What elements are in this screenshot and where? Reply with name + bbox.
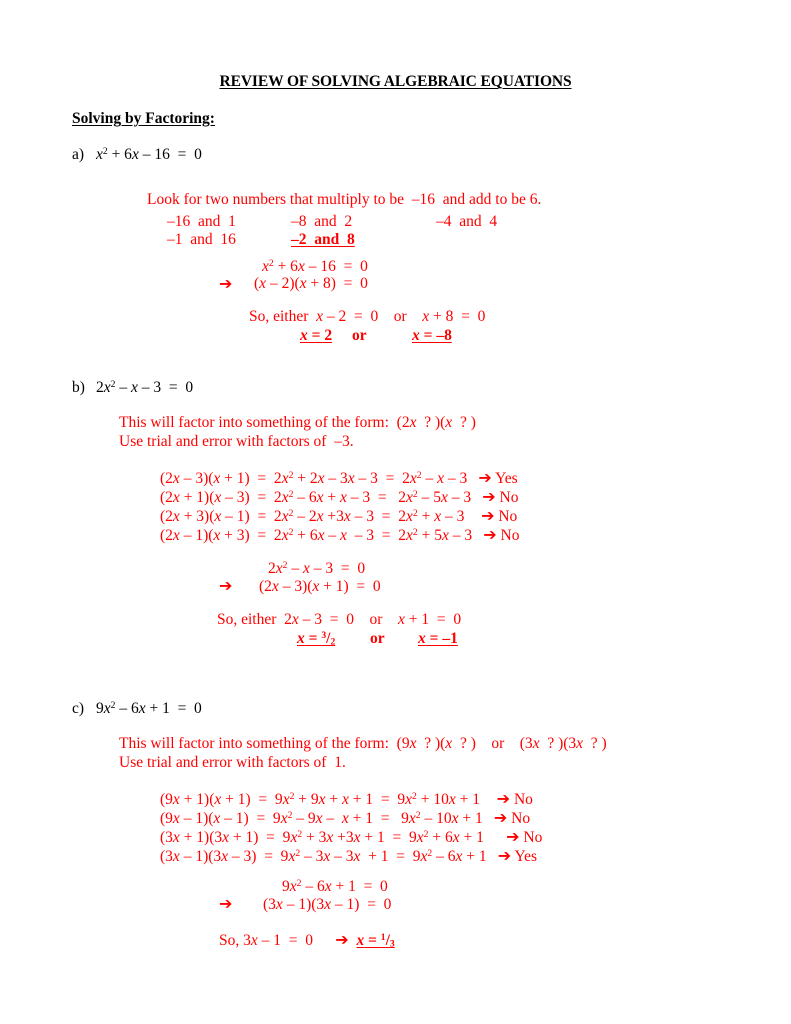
problem-a-equation: x2 + 6x – 16 = 0 [96,146,202,163]
document-page: REVIEW OF SOLVING ALGEBRAIC EQUATIONS So… [0,0,791,1024]
problem-a-pair-1: –16 and 1 [167,213,236,230]
problem-c-work-line-1: 9x2 – 6x + 1 = 0 [282,878,388,895]
problem-a-work-line-2: (x – 2)(x + 8) = 0 [254,275,368,292]
problem-a-hint: Look for two numbers that multiply to be… [147,191,542,208]
problem-a-either: So, either x – 2 = 0 or x + 8 = 0 [249,308,486,325]
arrow-icon: ➔ [219,894,233,913]
problem-c-form-text: This will factor into something of the f… [119,735,607,752]
problem-b-work-line-2: (2x – 3)(x + 1) = 0 [259,578,381,595]
section-heading-text: Solving by Factoring: [72,110,215,127]
page-title-text: REVIEW OF SOLVING ALGEBRAIC EQUATIONS [219,73,572,90]
problem-a-pair-2: –8 and 2 [291,213,353,230]
section-heading: Solving by Factoring: [72,110,215,128]
problem-a-pair-4: –1 and 16 [167,231,236,248]
problem-a-work-line-1: x2 + 6x – 16 = 0 [262,258,368,275]
problem-c-trial-3: (3x + 1)(3x + 1) = 9x2 + 3x +3x + 1 = 9x… [160,827,543,846]
problem-a-pair-3: –4 and 4 [436,213,498,230]
problem-a-label: a) [72,146,85,163]
problem-b-answer-right: x = –1 [418,630,458,647]
problem-c-trial-2: (9x – 1)(x – 1) = 9x2 – 9x – x + 1 = 9x2… [160,808,531,827]
arrow-icon: ➔ [219,274,233,293]
problem-a-answer-or: or [352,327,367,344]
page-title: REVIEW OF SOLVING ALGEBRAIC EQUATIONS [0,73,791,91]
problem-b-trial-text: Use trial and error with factors of –3. [119,433,354,450]
problem-c-trial-4: (3x – 1)(3x – 3) = 9x2 – 3x – 3x + 1 = 9… [160,846,537,865]
problem-a-answer-left: x = 2 [300,327,333,344]
problem-b-trial-1: (2x – 3)(x + 1) = 2x2 + 2x – 3x – 3 = 2x… [160,468,518,487]
problem-b-trial-3: (2x + 3)(x – 1) = 2x2 – 2x +3x – 3 = 2x2… [160,506,518,525]
problem-b-label: b) [72,379,85,396]
problem-a-answer-right: x = –8 [412,327,452,344]
problem-c-trial-text: Use trial and error with factors of 1. [119,754,346,771]
problem-b-answer-left: x = 3/2 [297,630,336,648]
problem-b-trial-4: (2x – 1)(x + 3) = 2x2 + 6x – x – 3 = 2x2… [160,525,520,544]
problem-c-final-line: So, 3x – 1 = 0 ➔ x = 1/3 [219,930,395,950]
problem-b-equation: 2x2 – x – 3 = 0 [96,379,194,396]
problem-c-trial-1: (9x + 1)(x + 1) = 9x2 + 9x + x + 1 = 9x2… [160,789,533,808]
problem-b-form-text: This will factor into something of the f… [119,414,476,431]
problem-b-either: So, either 2x – 3 = 0 or x + 1 = 0 [217,611,462,628]
problem-b-answer-or: or [370,630,385,647]
problem-b-trial-2: (2x + 1)(x – 3) = 2x2 – 6x + x – 3 = 2x2… [160,487,519,506]
problem-a-pair-chosen: –2 and 8 [291,231,355,248]
problem-c-equation: 9x2 – 6x + 1 = 0 [96,700,202,717]
problem-c-work-line-2: (3x – 1)(3x – 1) = 0 [263,896,392,913]
problem-c-label: c) [72,700,85,717]
arrow-icon: ➔ [219,576,233,595]
problem-b-work-line-1: 2x2 – x – 3 = 0 [268,560,366,577]
